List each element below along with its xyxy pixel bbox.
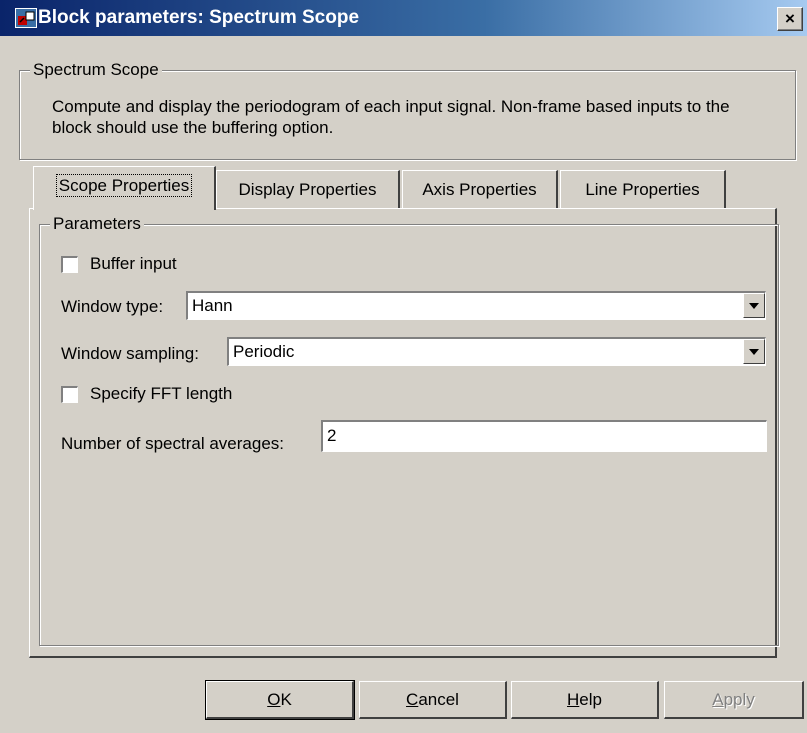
simulink-block-icon — [15, 8, 37, 28]
tab-display-properties[interactable]: Display Properties — [216, 170, 400, 208]
block-description-text: Compute and display the periodogram of e… — [52, 97, 730, 137]
tab-scope-properties-label: Scope Properties — [55, 174, 193, 197]
ok-button-label: K — [280, 690, 292, 709]
ok-button-accel: O — [267, 690, 281, 709]
tab-scope-properties[interactable]: Scope Properties — [33, 166, 216, 210]
parameters-title: Parameters — [50, 214, 144, 234]
apply-button-accel: A — [712, 690, 724, 709]
chevron-down-icon — [749, 349, 759, 355]
spectral-averages-label: Number of spectral averages: — [61, 434, 284, 453]
spectral-averages-value: 2 — [327, 426, 337, 445]
block-description-title: Spectrum Scope — [30, 60, 162, 80]
ok-button[interactable]: OK — [205, 680, 355, 720]
specify-fft-length-label[interactable]: Specify FFT length — [90, 384, 232, 404]
tab-display-properties-label: Display Properties — [238, 180, 377, 199]
tab-axis-properties-label: Axis Properties — [422, 180, 537, 199]
buffer-input-label[interactable]: Buffer input — [90, 254, 177, 274]
chevron-down-icon — [749, 303, 759, 309]
tab-line-properties-label: Line Properties — [585, 180, 700, 199]
window-sampling-value: Periodic — [233, 342, 295, 361]
title-bar: Block parameters: Spectrum Scope × — [0, 0, 807, 36]
window-sampling-dropdown-button[interactable] — [743, 339, 765, 364]
cancel-button-label: ancel — [418, 690, 459, 709]
cancel-button-accel: C — [406, 690, 419, 709]
window-type-dropdown[interactable]: Hann — [186, 291, 766, 320]
apply-button[interactable]: Apply — [664, 681, 804, 719]
cancel-button[interactable]: Cancel — [359, 681, 507, 719]
help-button-label: elp — [579, 690, 602, 709]
spectral-averages-input[interactable]: 2 — [321, 420, 767, 452]
apply-button-label: pply — [723, 690, 755, 709]
help-button-accel: H — [567, 690, 580, 709]
window-sampling-label: Window sampling: — [61, 344, 199, 363]
window-type-label: Window type: — [61, 297, 164, 316]
close-button[interactable]: × — [777, 7, 803, 31]
tab-line-properties[interactable]: Line Properties — [560, 170, 726, 208]
specify-fft-length-checkbox[interactable] — [61, 386, 78, 403]
window-type-dropdown-button[interactable] — [743, 293, 765, 318]
window-sampling-dropdown[interactable]: Periodic — [227, 337, 766, 366]
window-type-value: Hann — [192, 296, 233, 315]
buffer-input-checkbox[interactable] — [61, 256, 78, 273]
tab-axis-properties[interactable]: Axis Properties — [402, 170, 558, 208]
help-button[interactable]: Help — [511, 681, 659, 719]
window-title: Block parameters: Spectrum Scope — [38, 7, 360, 28]
